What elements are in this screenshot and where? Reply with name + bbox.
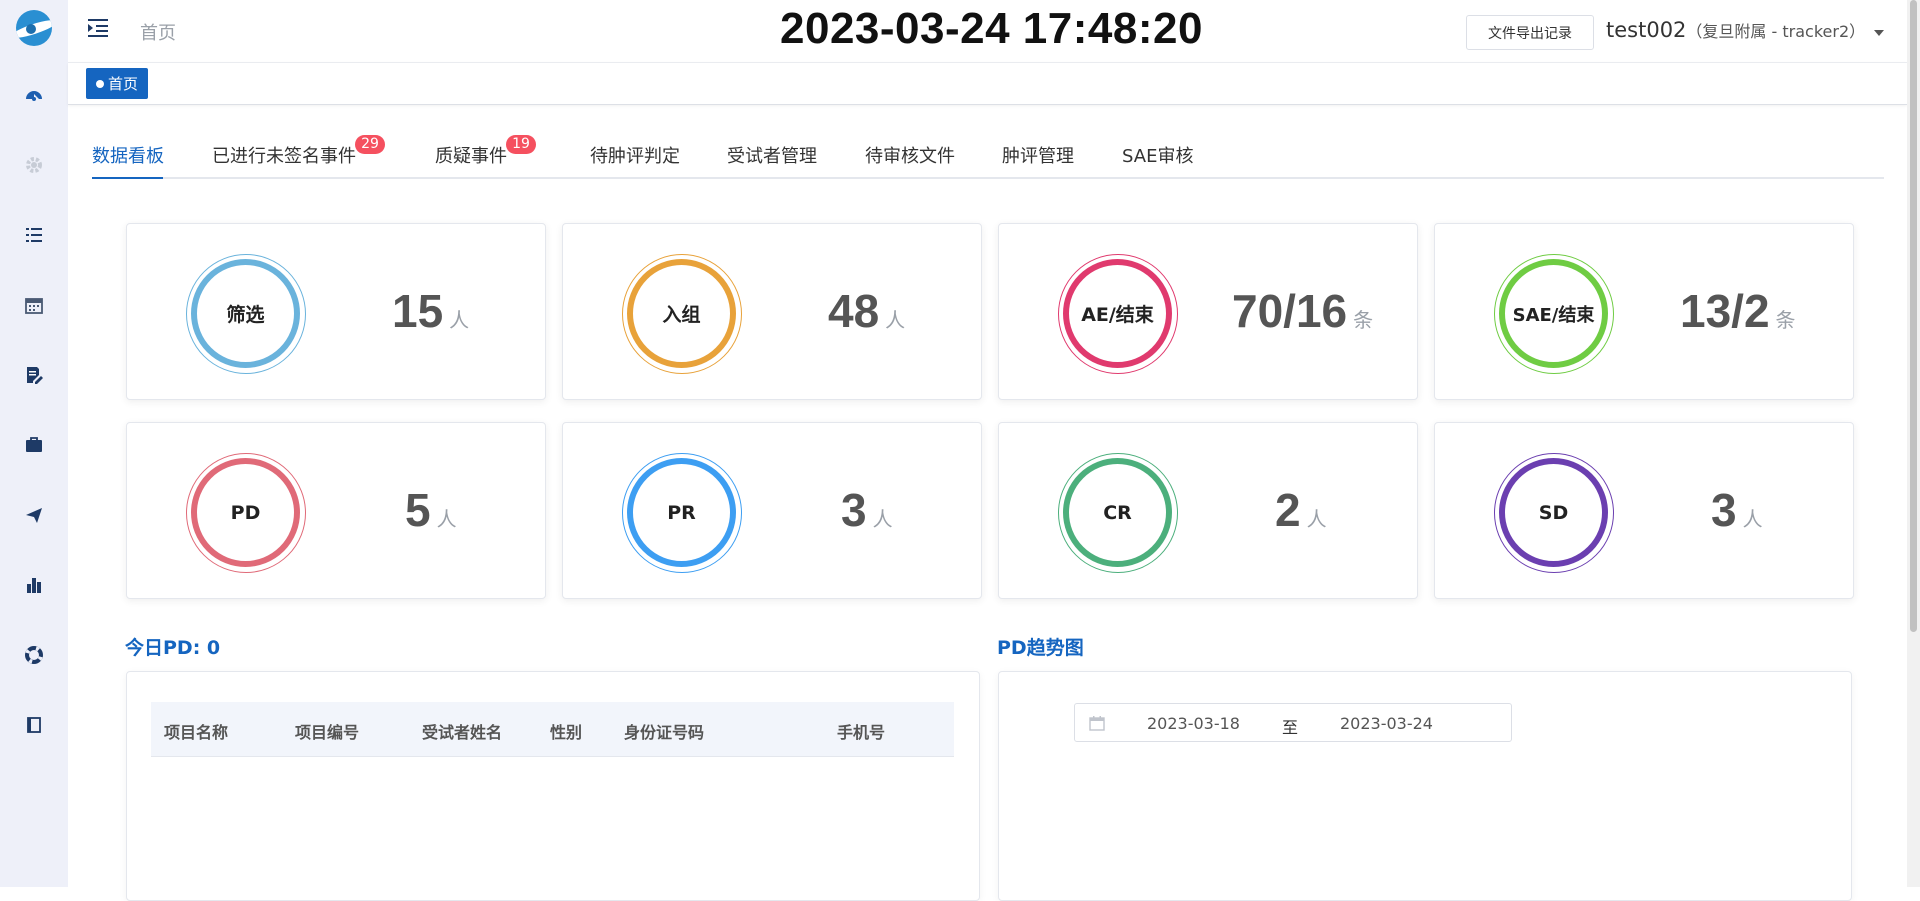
column-header[interactable]: 受试者姓名 [422,719,502,743]
stat-card-cr[interactable]: CR 2人 [998,422,1418,599]
end-date[interactable]: 2023-03-24 [1340,714,1433,733]
stat-ring: PR [622,453,742,573]
stat-card-ae[interactable]: AE/结束 70/16 条 [998,223,1418,400]
stat-label: PR [627,458,736,567]
book-icon[interactable] [22,713,46,737]
column-header[interactable]: 项目编号 [295,719,359,743]
stat-value: 3人 [841,484,893,536]
lifebuoy-icon[interactable] [22,643,46,667]
gear-icon[interactable] [22,153,46,177]
stat-ring: AE/结束 [1058,254,1178,374]
stat-card-enrolled[interactable]: 入组 48 人 [562,223,982,400]
tab-tumor-assessment-management[interactable]: 肿评管理 [1002,142,1074,168]
range-separator: 至 [1282,718,1299,737]
stat-value: 3人 [1711,484,1763,536]
start-date[interactable]: 2023-03-18 [1147,714,1240,733]
briefcase-icon[interactable] [22,433,46,457]
bar-chart-icon[interactable] [22,573,46,597]
stat-label: CR [1063,458,1172,567]
caret-down-icon[interactable] [1874,30,1884,36]
dashboard-icon[interactable] [22,83,46,107]
stat-value: 70/16 条 [1232,285,1374,337]
stat-ring: CR [1058,453,1178,573]
column-header[interactable]: 性别 [550,719,582,743]
date-range-picker[interactable]: 2023-03-18 至 2023-03-24 [1074,703,1512,742]
tab-data-board[interactable]: 数据看板 [92,142,164,168]
tab-pending-tumor-assessment[interactable]: 待肿评判定 [590,142,680,168]
tags-view-bar: 首页 [68,63,1907,105]
stat-ring: 筛选 [186,254,306,374]
tab-unsigned-events[interactable]: 已进行未签名事件 29 [212,135,385,168]
dashboard-tabs: 数据看板 已进行未签名事件 29 质疑事件 19 待肿评判定 受试者管理 待审核… [92,128,1884,179]
stat-label: SD [1499,458,1608,567]
stat-card-sae[interactable]: SAE/结束 13/2 条 [1434,223,1854,400]
stat-label: 筛选 [191,259,300,368]
tab-pending-review-files[interactable]: 待审核文件 [865,142,955,168]
tag-home[interactable]: 首页 [86,68,149,99]
user-name: test002 [1606,18,1687,42]
menu-toggle-icon[interactable] [88,18,110,38]
tab-subject-management[interactable]: 受试者管理 [727,142,817,168]
active-dot-icon [96,79,104,88]
column-header[interactable]: 手机号 [837,719,885,743]
current-datetime: 2023-03-24 17:48:20 [780,4,1203,53]
stat-ring: SAE/结束 [1494,254,1614,374]
pd-trend-title: PD趋势图 [997,637,1084,659]
calendar-icon[interactable] [22,293,46,317]
stat-label: SAE/结束 [1499,259,1608,368]
edit-document-icon[interactable] [22,363,46,387]
stat-value: 5人 [405,484,457,536]
table-header: 项目名称 项目编号 受试者姓名 性别 身份证号码 手机号 [151,702,954,757]
calendar-icon [1089,716,1105,731]
stat-value: 48 人 [828,285,906,337]
tag-home-label: 首页 [108,75,139,93]
user-affiliation: （复旦附属 - tracker2） [1686,22,1866,41]
top-header: 首页 2023-03-24 17:48:20 文件导出记录 test002（复旦… [68,0,1907,63]
stat-label: 入组 [627,259,736,368]
stat-label: AE/结束 [1063,259,1172,368]
stat-ring: SD [1494,453,1614,573]
sidebar [0,0,68,887]
stat-card-sd[interactable]: SD 3人 [1434,422,1854,599]
stat-ring: 入组 [622,254,742,374]
app-logo[interactable] [16,10,52,46]
tab-query-events[interactable]: 质疑事件 19 [435,135,536,168]
stat-card-pr[interactable]: PR 3人 [562,422,982,599]
page-scrollbar[interactable] [1907,0,1920,887]
user-menu[interactable]: test002（复旦附属 - tracker2） [1606,18,1865,42]
active-tab-indicator [92,177,163,179]
query-events-badge: 19 [506,135,536,154]
stat-value: 15 人 [392,285,470,337]
list-icon[interactable] [22,223,46,247]
stat-value: 2人 [1275,484,1327,536]
breadcrumb-home[interactable]: 首页 [140,19,176,45]
column-header[interactable]: 项目名称 [164,719,228,743]
today-pd-title: 今日PD: 0 [125,637,221,659]
stat-card-screening[interactable]: 筛选 15 人 [126,223,546,400]
send-icon[interactable] [22,503,46,527]
stat-card-pd[interactable]: PD 5人 [126,422,546,599]
stat-ring: PD [186,453,306,573]
pd-trend-panel: 2023-03-18 至 2023-03-24 [998,671,1852,901]
today-pd-panel: 项目名称 项目编号 受试者姓名 性别 身份证号码 手机号 [126,671,980,901]
column-header[interactable]: 身份证号码 [624,719,704,743]
stat-label: PD [191,458,300,567]
export-records-button[interactable]: 文件导出记录 [1466,15,1594,50]
scrollbar-thumb[interactable] [1910,0,1917,632]
stat-value: 13/2 条 [1680,285,1796,337]
unsigned-events-badge: 29 [355,135,385,154]
tab-sae-review[interactable]: SAE审核 [1122,142,1193,168]
